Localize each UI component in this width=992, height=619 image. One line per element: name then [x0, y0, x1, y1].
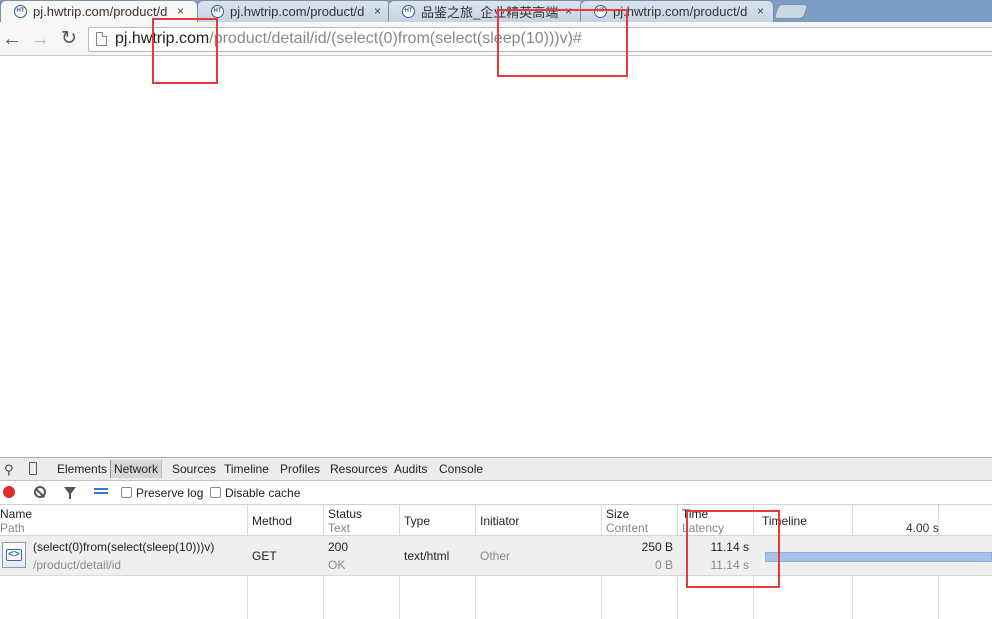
back-arrow-icon[interactable]: ← — [1, 28, 23, 50]
reload-icon[interactable]: ↻ — [58, 28, 80, 50]
request-initiator: Other — [480, 549, 511, 563]
header-initiator[interactable]: Initiator — [480, 514, 519, 528]
header-path[interactable]: Path — [0, 521, 25, 535]
request-type: text/html — [404, 549, 450, 563]
timeline-bar — [765, 552, 992, 562]
timeline-tick-label: 4.00 s — [906, 521, 939, 535]
tab-strip: HT pj.hwtrip.com/product/d × HT pj.hwtri… — [0, 0, 992, 22]
network-toolbar: Preserve log Disable cache — [0, 481, 992, 505]
preserve-log-label: Preserve log — [136, 486, 204, 500]
header-method[interactable]: Method — [252, 514, 292, 528]
tab-timeline[interactable]: Timeline — [224, 462, 269, 476]
request-name[interactable]: (select(0)from(select(sleep(10)))v) — [33, 540, 214, 554]
header-status-text[interactable]: Text — [328, 521, 350, 535]
browser-tab-2[interactable]: HT pj.hwtrip.com/product/d × — [197, 0, 391, 22]
table-row[interactable]: <> (select(0)from(select(sleep(10)))v) /… — [0, 536, 992, 576]
tab-title: pj.hwtrip.com/product/d — [613, 3, 748, 19]
device-mode-icon[interactable] — [29, 462, 37, 475]
request-size: 250 B — [641, 540, 673, 554]
disable-cache-checkbox[interactable] — [210, 487, 221, 498]
inspect-search-icon[interactable]: ⚲ — [4, 462, 14, 478]
annotation-box-payload — [497, 9, 628, 77]
site-favicon-icon: HT — [211, 4, 224, 18]
disable-cache-label: Disable cache — [225, 486, 301, 500]
request-status: 200 — [328, 540, 349, 554]
filter-icon[interactable] — [64, 487, 76, 499]
network-request-table: Name Path Method Status Text Type Initia… — [0, 505, 992, 619]
header-type[interactable]: Type — [404, 514, 430, 528]
tab-title: pj.hwtrip.com/product/d — [33, 3, 168, 19]
request-method: GET — [252, 549, 277, 563]
tab-network[interactable]: Network — [110, 460, 163, 478]
forward-arrow-icon[interactable]: → — [29, 28, 51, 50]
request-status-text: OK — [328, 558, 346, 572]
page-icon — [96, 32, 107, 46]
tab-audits[interactable]: Audits — [394, 462, 427, 476]
header-name[interactable]: Name — [0, 507, 32, 521]
clear-icon[interactable] — [34, 486, 46, 498]
tab-close-icon[interactable]: × — [374, 4, 381, 18]
tab-close-icon[interactable]: × — [177, 4, 184, 18]
tab-title: pj.hwtrip.com/product/d — [230, 3, 365, 19]
site-favicon-icon: HT — [402, 4, 415, 18]
tab-close-icon[interactable]: × — [757, 4, 764, 18]
devtools-tab-bar: ⚲ Elements Network Sources Timeline Prof… — [0, 458, 992, 481]
record-icon[interactable] — [3, 486, 15, 498]
tab-profiles[interactable]: Profiles — [280, 462, 320, 476]
annotation-box-time — [686, 510, 780, 588]
tab-elements[interactable]: Elements — [57, 462, 107, 476]
header-content[interactable]: Content — [606, 521, 648, 535]
html-document-icon: <> — [2, 542, 26, 568]
tab-sources[interactable]: Sources — [172, 462, 216, 476]
annotation-box-host — [152, 18, 218, 84]
header-status[interactable]: Status — [328, 507, 362, 521]
devtools-panel: ⚲ Elements Network Sources Timeline Prof… — [0, 457, 992, 619]
new-tab-button[interactable] — [773, 4, 809, 19]
tab-console[interactable]: Console — [439, 462, 483, 476]
preserve-log-checkbox[interactable] — [121, 487, 132, 498]
table-header: Name Path Method Status Text Type Initia… — [0, 505, 992, 536]
browser-toolbar: ← → ↻ pj.hwtrip.com/product/detail/id/(s… — [0, 22, 992, 56]
tab-resources[interactable]: Resources — [330, 462, 387, 476]
browser-window: HT pj.hwtrip.com/product/d × HT pj.hwtri… — [0, 0, 992, 619]
list-view-icon[interactable] — [94, 488, 108, 498]
site-favicon-icon: HT — [14, 4, 27, 18]
header-size[interactable]: Size — [606, 507, 629, 521]
request-content-size: 0 B — [654, 558, 673, 572]
request-path: /product/detail/id — [33, 558, 122, 572]
